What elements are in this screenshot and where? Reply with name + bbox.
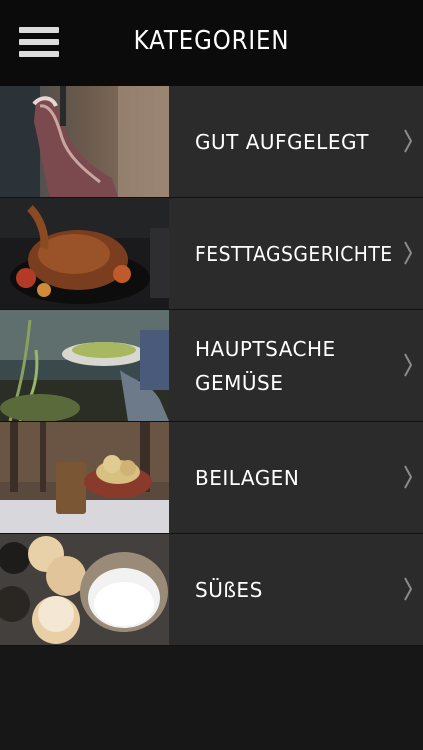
top-bar: KATEGORIEN: [0, 0, 423, 86]
vegetable-dish-photo: [0, 310, 169, 421]
category-row-suesses[interactable]: SÜßES: [0, 534, 423, 646]
category-row-festtagsgerichte[interactable]: FESTTAGSGERICHTE: [0, 198, 423, 310]
side-dish-photo: [0, 422, 169, 533]
category-row-gut-aufgelegt[interactable]: GUT AUFGELEGT: [0, 86, 423, 198]
category-row-hauptsache-gemuese[interactable]: HAUPTSACHE GEMÜSE: [0, 310, 423, 422]
category-row-beilagen[interactable]: BEILAGEN: [0, 422, 423, 534]
category-list: GUT AUFGELEGT FESTTAGSGERICHTE HAUPTSACH…: [0, 86, 423, 646]
category-label: BEILAGEN: [195, 465, 300, 490]
app-screen: KATEGORIEN GUT AUFGELEGT FESTTAGSGERICHT…: [0, 0, 423, 750]
chevron-right-icon: [404, 241, 413, 265]
category-label: FESTTAGSGERICHTE: [195, 241, 393, 266]
roast-goose-photo: [0, 198, 169, 309]
chevron-right-icon: [404, 577, 413, 601]
chevron-right-icon: [404, 465, 413, 489]
sweet-buns-photo: [0, 534, 169, 645]
chevron-right-icon: [404, 129, 413, 153]
roast-leg-photo: [0, 86, 169, 197]
category-label: SÜßES: [195, 577, 263, 602]
category-label: HAUPTSACHE GEMÜSE: [195, 336, 336, 395]
category-label: GUT AUFGELEGT: [195, 129, 369, 154]
chevron-right-icon: [404, 353, 413, 377]
page-title: KATEGORIEN: [133, 26, 290, 56]
